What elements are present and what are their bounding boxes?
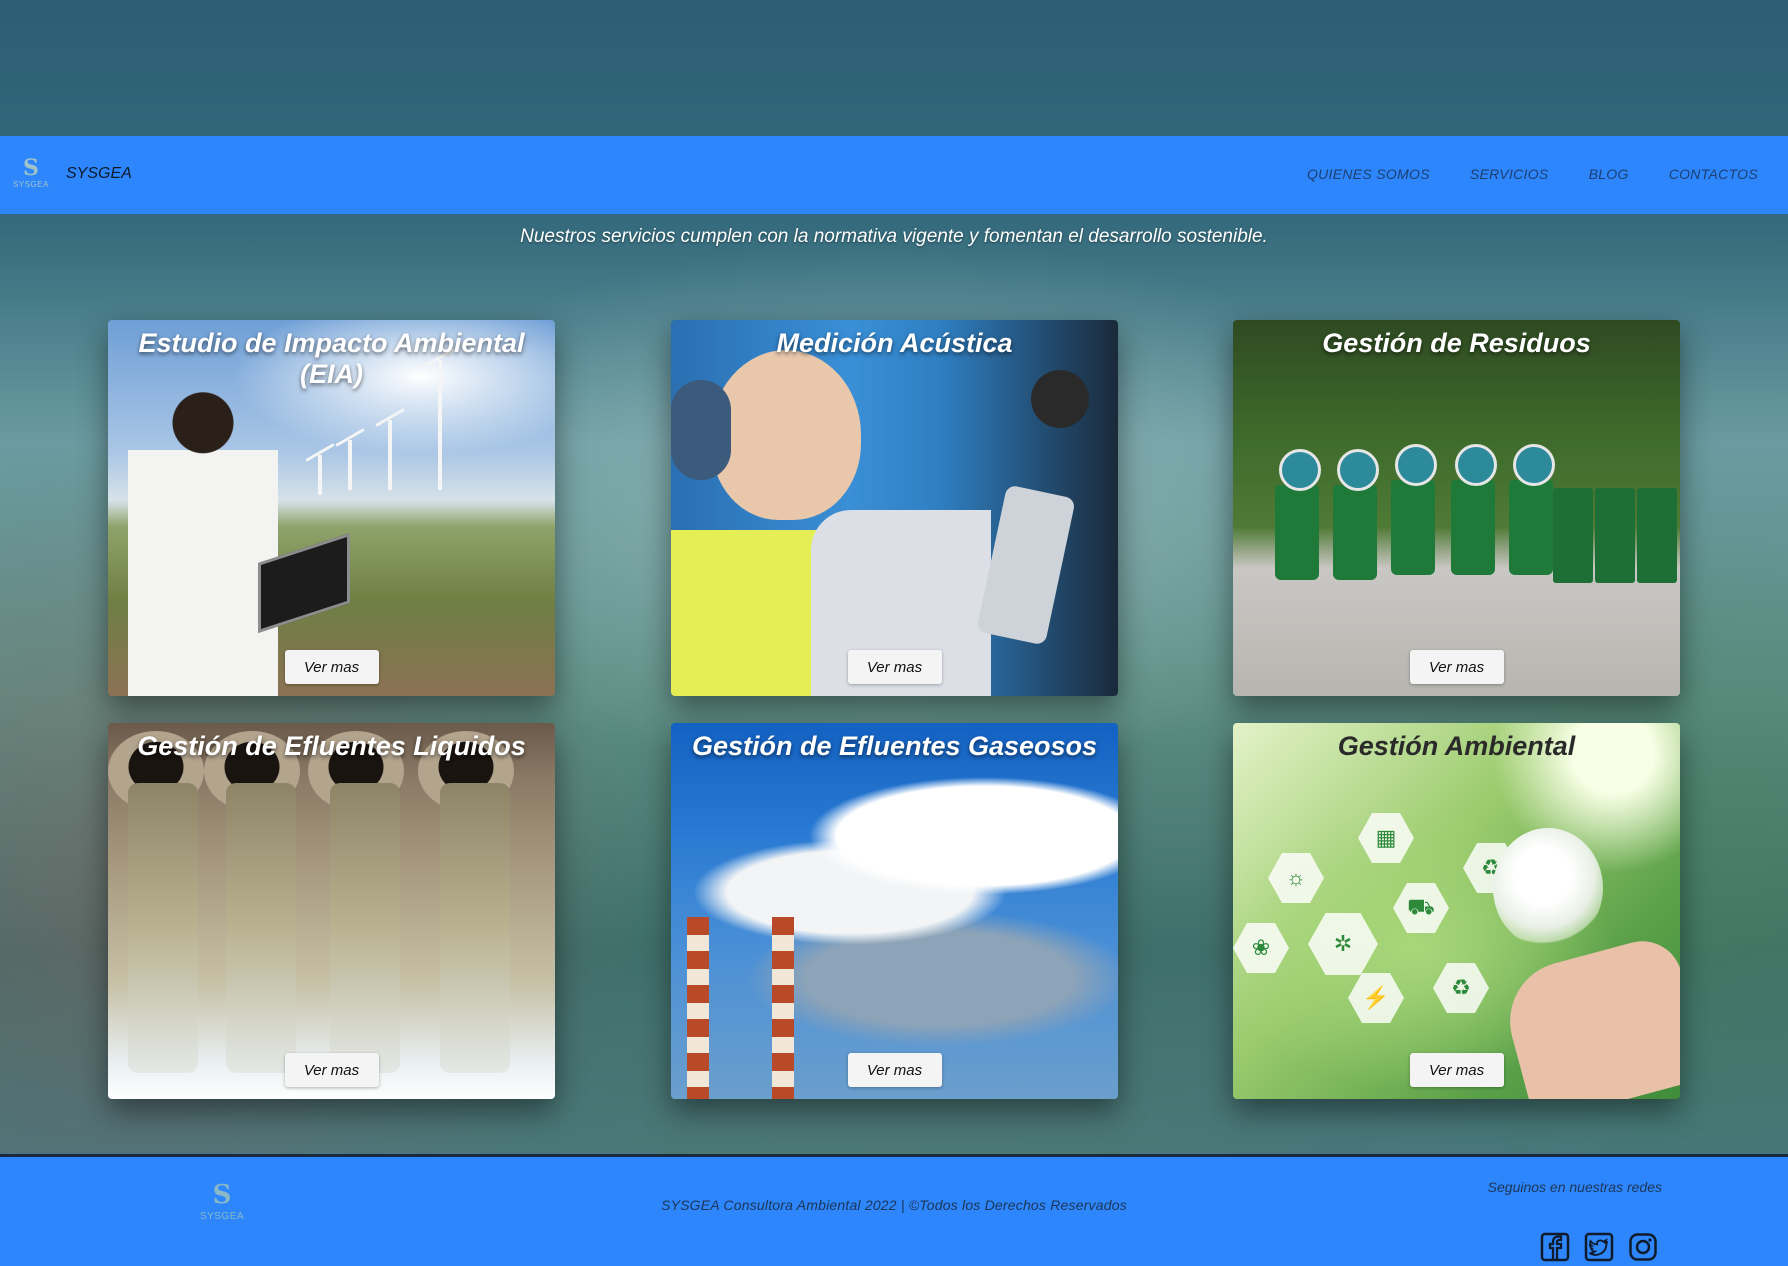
brand-logo[interactable]: S SYSGEA <box>12 155 50 194</box>
logo-text: SYSGEA <box>13 180 49 189</box>
solar-panel-icon: ▦ <box>1358 813 1414 863</box>
wind-turbine-icon: ✲ <box>1308 913 1378 975</box>
ver-mas-button[interactable]: Ver mas <box>284 1053 379 1087</box>
nav-link-quienes-somos[interactable]: QUIENES SOMOS <box>1307 166 1430 182</box>
instagram-icon[interactable] <box>1628 1232 1658 1262</box>
brand-name[interactable]: SYSGEA <box>66 165 132 183</box>
service-title: Gestión Ambiental <box>1337 731 1576 761</box>
electric-car-icon: ⛟ <box>1393 883 1449 933</box>
footer: S SYSGEA SYSGEA Consultora Ambiental 202… <box>0 1154 1788 1266</box>
social-label: Seguinos en nuestras redes <box>1487 1179 1662 1195</box>
trash-can-icon: ♻ <box>1433 963 1489 1013</box>
service-title: Gestión de Efluentes Gaseosos <box>691 731 1098 761</box>
services-tagline: Nuestros servicios cumplen con la normat… <box>520 226 1268 247</box>
residuos-image <box>1233 320 1680 696</box>
nav-links: QUIENES SOMOS SERVICIOS BLOG CONTACTOS <box>1307 166 1758 182</box>
service-title: Estudio de Impacto Ambiental (EIA) <box>138 328 525 389</box>
facebook-icon[interactable] <box>1540 1232 1570 1262</box>
plant-icon: ❀ <box>1233 923 1289 973</box>
service-card-gestion-ambiental[interactable]: ☼ ▦ ⛟ ❀ ✲ ⚡ ♻ ♻ Gestión Ambiental Ver ma… <box>1233 723 1680 1099</box>
service-card-acustica[interactable]: Medición Acústica Ver mas <box>671 320 1118 696</box>
top-navbar: S SYSGEA SYSGEA QUIENES SOMOS SERVICIOS … <box>0 136 1788 214</box>
twitter-icon[interactable] <box>1584 1232 1614 1262</box>
charging-station-icon: ⚡ <box>1348 973 1404 1023</box>
service-card-efluentes-liquidos[interactable]: Gestión de Efluentes Liquidos Ver mas <box>108 723 555 1099</box>
ver-mas-button[interactable]: Ver mas <box>847 1053 942 1087</box>
service-card-residuos[interactable]: Gestión de Residuos Ver mas <box>1233 320 1680 696</box>
nav-link-servicios[interactable]: SERVICIOS <box>1470 166 1549 182</box>
ver-mas-button[interactable]: Ver mas <box>847 650 942 684</box>
logo-glyph: S <box>23 155 39 181</box>
service-card-eia[interactable]: Estudio de Impacto Ambiental (EIA) Ver m… <box>108 320 555 696</box>
social-icons <box>1540 1232 1658 1262</box>
lightbulb-icon: ☼ <box>1268 853 1324 903</box>
acustica-image <box>671 320 1118 696</box>
nav-link-contactos[interactable]: CONTACTOS <box>1669 166 1758 182</box>
service-title: Gestión de Efluentes Liquidos <box>137 731 526 761</box>
service-title: Gestión de Residuos <box>1322 328 1591 358</box>
service-title: Medición Acústica <box>776 328 1013 358</box>
ver-mas-button[interactable]: Ver mas <box>284 650 379 684</box>
efluentes-liquidos-image <box>108 723 555 1099</box>
ver-mas-button[interactable]: Ver mas <box>1409 1053 1504 1087</box>
nav-link-blog[interactable]: BLOG <box>1589 166 1629 182</box>
copyright-text: SYSGEA Consultora Ambiental 2022 | ©Todo… <box>661 1197 1127 1213</box>
ver-mas-button[interactable]: Ver mas <box>1409 650 1504 684</box>
service-card-efluentes-gaseosos[interactable]: Gestión de Efluentes Gaseosos Ver mas <box>671 723 1118 1099</box>
gestion-ambiental-image: ☼ ▦ ⛟ ❀ ✲ ⚡ ♻ ♻ <box>1233 723 1680 1099</box>
efluentes-gaseosos-image <box>671 723 1118 1099</box>
